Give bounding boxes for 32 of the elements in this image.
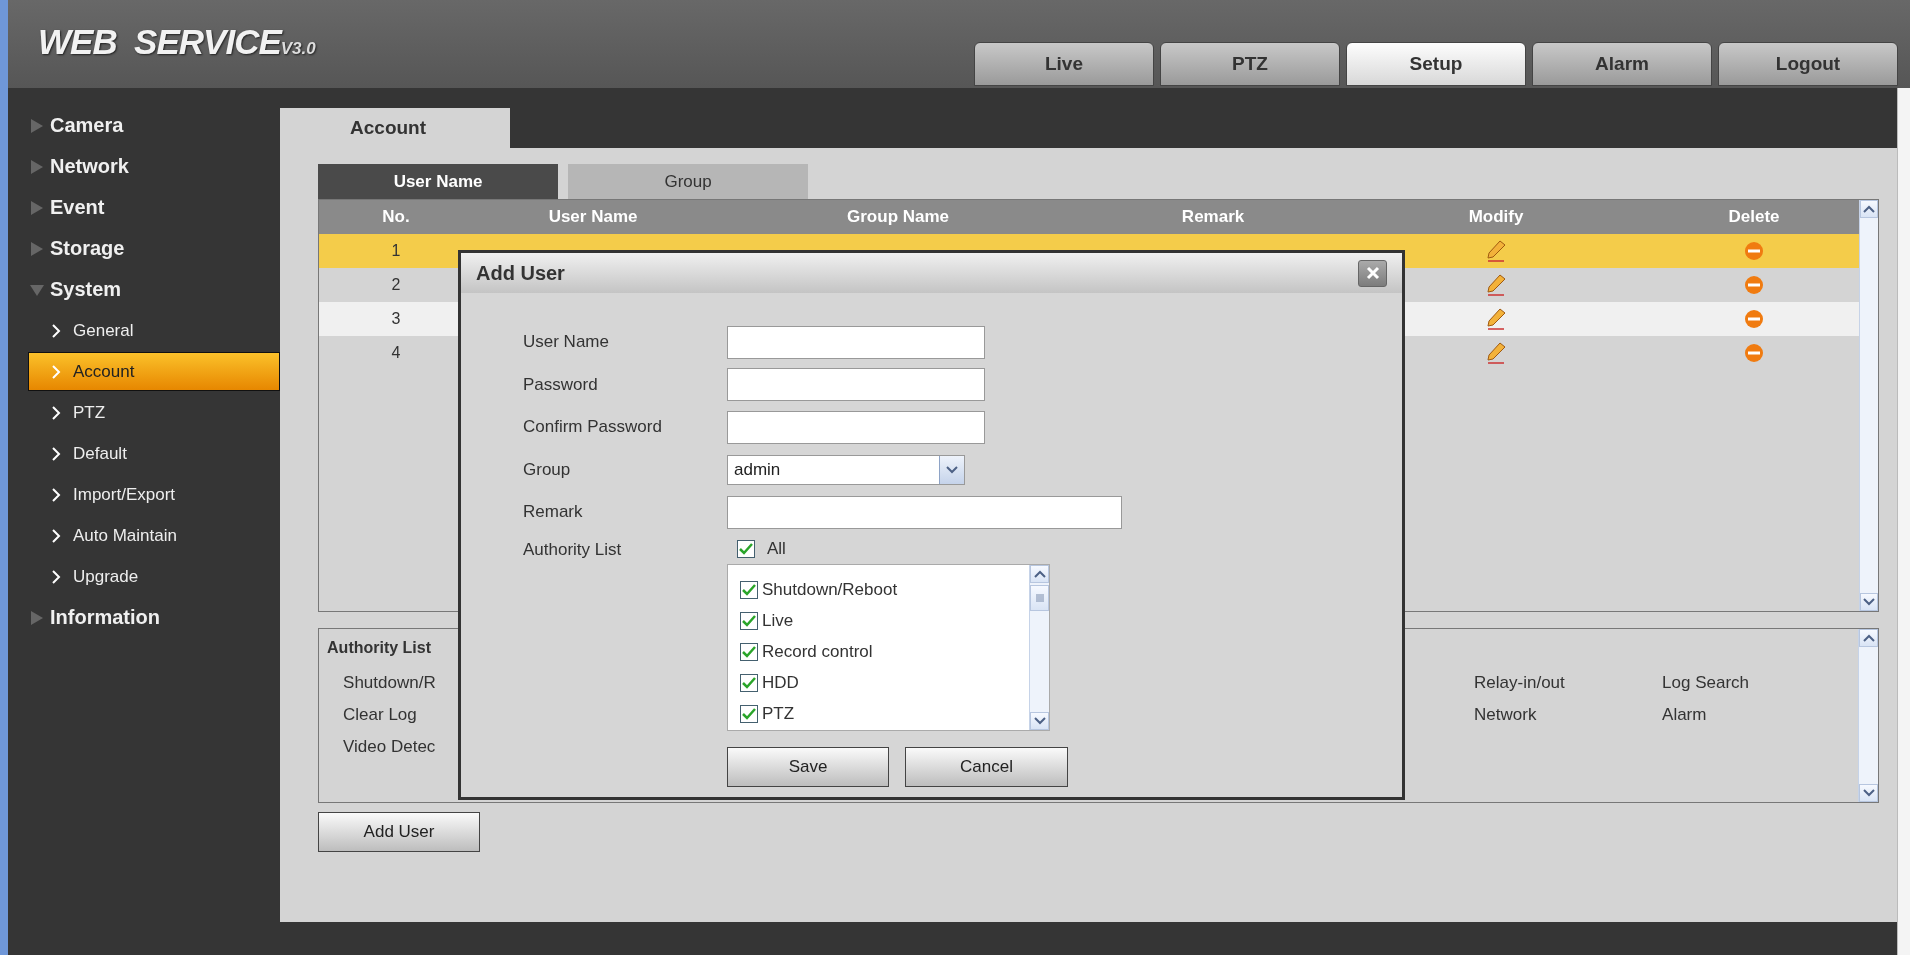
checkbox-label: Shutdown/Reboot	[762, 580, 898, 600]
checkbox-label: All	[767, 538, 786, 559]
authority-item: Network	[1474, 705, 1537, 725]
dialog-title: Add User	[476, 261, 565, 285]
authority-item: Log Search	[1662, 673, 1749, 693]
table-cell-text: 4	[390, 343, 402, 363]
field-label: Authority List	[523, 539, 623, 561]
column-header: No.	[381, 206, 411, 228]
column-header: Delete	[1727, 206, 1781, 228]
column-header: Remark	[1180, 206, 1246, 228]
field-label: Group	[523, 459, 572, 480]
checkbox-label: Record control	[762, 642, 873, 662]
column-header: Group Name	[846, 206, 951, 228]
panel-title: Authority List	[327, 639, 432, 658]
table-cell-text: 2	[390, 275, 402, 295]
table-cell-text: 1	[390, 241, 402, 261]
checkbox-label: Live	[762, 611, 794, 631]
field-label: User Name	[523, 332, 610, 353]
authority-item: Shutdown/R	[343, 673, 436, 693]
field-label: Password	[523, 374, 599, 395]
authority-item: Relay-in/out	[1474, 673, 1565, 693]
field-label: Remark	[523, 502, 584, 523]
authority-item: Clear Log	[343, 705, 417, 725]
column-header: Modify	[1467, 206, 1525, 228]
checkbox-label: PTZ	[762, 704, 795, 724]
authority-item: Video Detec	[343, 737, 436, 757]
field-label: Confirm Password	[523, 417, 663, 438]
table-cell-text: 3	[390, 309, 402, 329]
column-header: User Name	[547, 206, 639, 228]
checkbox-label: HDD	[762, 673, 799, 693]
logo: WEB SERVICEV3.0	[38, 22, 316, 62]
authority-item: Alarm	[1662, 705, 1707, 725]
